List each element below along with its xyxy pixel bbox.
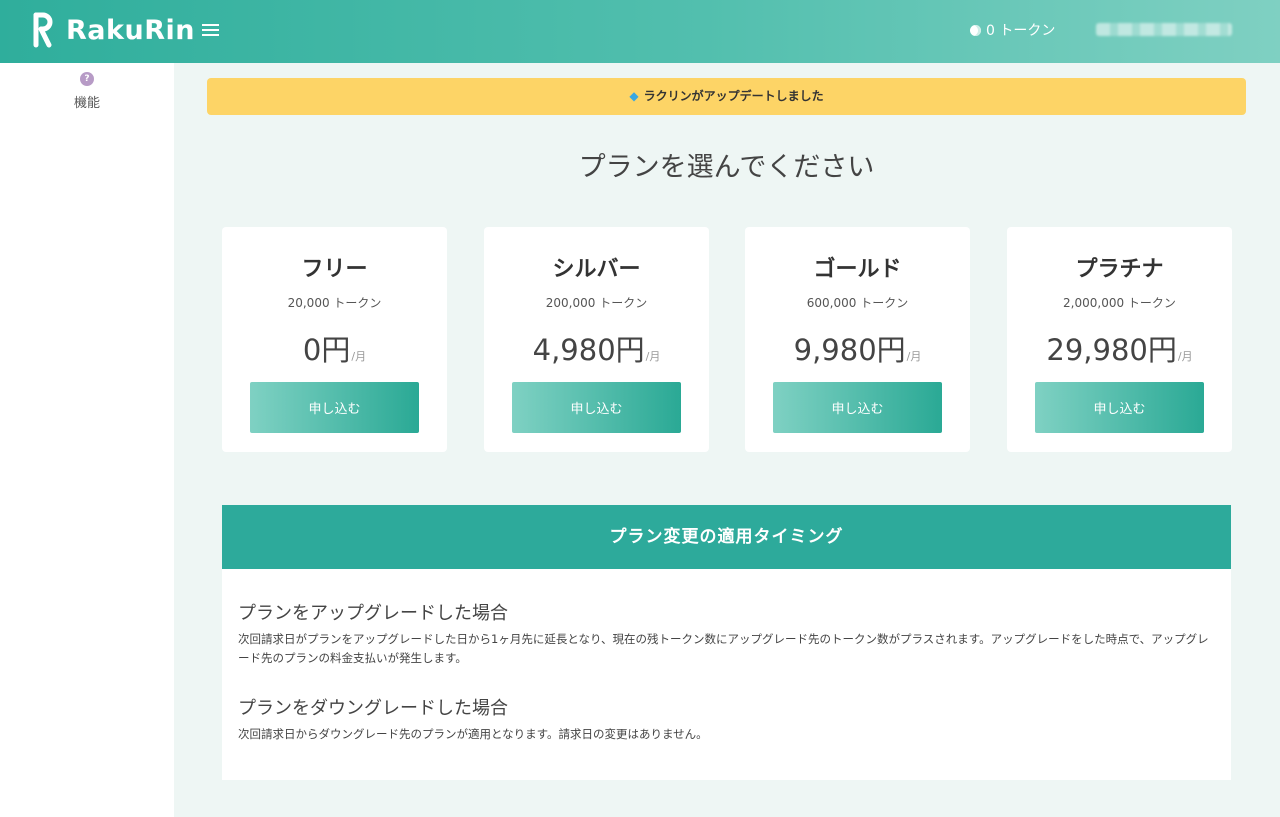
upgrade-text: 次回請求日がプランをアップグレードした日から1ヶ月先に延長となり、現在の残トーク…	[238, 632, 1209, 665]
plan-price: 9,980円/月	[745, 327, 970, 367]
gem-icon: ◆	[629, 89, 639, 103]
price-unit: /月	[1177, 350, 1193, 363]
plan-card-platinum: プラチナ 2,000,000 トークン 29,980円/月 申し込む	[1007, 227, 1232, 452]
menu-toggle-icon[interactable]	[202, 21, 222, 41]
help-bubble-icon: ?	[80, 72, 94, 86]
plan-price: 29,980円/月	[1007, 327, 1232, 367]
token-balance: 0 トークン	[970, 20, 1055, 40]
price-unit: /月	[351, 350, 367, 363]
price-unit: /月	[906, 350, 922, 363]
timing-body: プランをアップグレードした場合 次回請求日がプランをアップグレードした日から1ヶ…	[222, 569, 1231, 744]
apply-button-silver[interactable]: 申し込む	[512, 382, 681, 433]
plan-tokens: 20,000 トークン	[287, 296, 382, 310]
timing-title: プラン変更の適用タイミング	[222, 505, 1231, 569]
apply-button-free[interactable]: 申し込む	[250, 382, 419, 433]
update-banner[interactable]: ◆ ラクリンがアップデートしました	[207, 78, 1246, 115]
plan-card-gold: ゴールド 600,000 トークン 9,980円/月 申し込む	[745, 227, 970, 452]
token-count: 0 トークン	[986, 23, 1056, 39]
brand-logo[interactable]: RakuRin	[32, 12, 195, 48]
top-header: RakuRin 0 トークン	[0, 0, 1280, 63]
plan-tokens: 200,000 トークン	[545, 296, 648, 310]
price-amount: 4,980円	[532, 333, 645, 367]
token-coin-icon	[970, 24, 981, 36]
plan-name: プラチナ	[1075, 257, 1164, 282]
sidebar: ? 機能	[0, 63, 174, 817]
apply-button-platinum[interactable]: 申し込む	[1035, 382, 1204, 433]
plan-price: 4,980円/月	[484, 327, 709, 367]
page-title: プランを選んでください	[578, 152, 875, 183]
sidebar-item-label: 機能	[73, 96, 100, 111]
plan-name: フリー	[301, 257, 368, 282]
plan-name: シルバー	[552, 257, 641, 282]
plan-price: 0円/月	[222, 327, 447, 367]
plan-card-free: フリー 20,000 トークン 0円/月 申し込む	[222, 227, 447, 452]
banner-text: ラクリンがアップデートしました	[643, 89, 824, 103]
price-amount: 0円	[302, 333, 351, 367]
plan-tokens: 2,000,000 トークン	[1063, 296, 1176, 310]
price-amount: 29,980円	[1046, 333, 1177, 367]
plan-tokens: 600,000 トークン	[806, 296, 909, 310]
apply-button-gold[interactable]: 申し込む	[773, 382, 942, 433]
upgrade-heading: プランをアップグレードした場合	[238, 603, 508, 624]
brand-name: RakuRin	[66, 14, 195, 46]
price-amount: 9,980円	[793, 333, 906, 367]
sidebar-item-features[interactable]: ? 機能	[0, 72, 174, 111]
logo-r-icon	[33, 12, 53, 48]
downgrade-text: 次回請求日からダウングレード先のプランが適用となります。請求日の変更はありません…	[238, 727, 708, 741]
user-menu[interactable]	[1096, 23, 1232, 36]
plan-card-silver: シルバー 200,000 トークン 4,980円/月 申し込む	[484, 227, 709, 452]
price-unit: /月	[645, 350, 661, 363]
plan-name: ゴールド	[813, 257, 902, 282]
downgrade-heading: プランをダウングレードした場合	[238, 698, 508, 719]
plan-change-timing-panel: プラン変更の適用タイミング プランをアップグレードした場合 次回請求日がプランを…	[222, 505, 1231, 780]
